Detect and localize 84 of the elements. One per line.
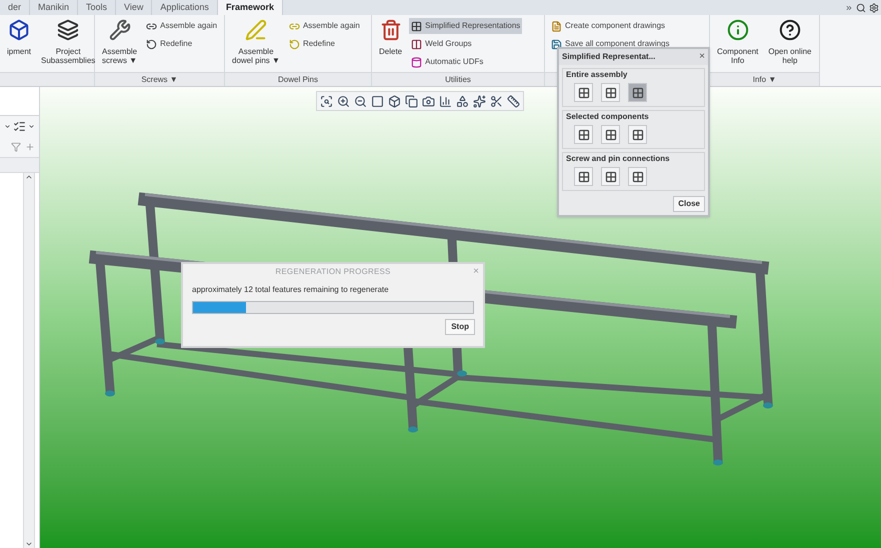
dialog-title: REGENERATION PROGRESS xyxy=(275,266,391,278)
grid-icon xyxy=(411,20,422,32)
close-button[interactable]: Close xyxy=(673,196,705,212)
zoom-in-icon[interactable] xyxy=(337,94,350,108)
grid-icon xyxy=(578,128,590,140)
ribbon-button[interactable]: Delete xyxy=(376,18,406,57)
search-icon[interactable] xyxy=(856,2,866,12)
ribbon-small-button[interactable]: Redefine xyxy=(144,36,220,52)
box-icon xyxy=(8,19,30,41)
link-icon xyxy=(146,20,158,32)
ribbon-button[interactable]: Project Subassemblies xyxy=(38,18,98,66)
grid-icon xyxy=(604,128,616,140)
ribbon-button[interactable]: Open online help xyxy=(765,18,815,66)
representation-button[interactable] xyxy=(574,83,593,102)
grid-icon xyxy=(632,128,644,140)
ribbon-button[interactable]: ipment xyxy=(4,18,34,57)
link-icon xyxy=(288,20,300,32)
scroll-down-icon[interactable] xyxy=(25,540,33,548)
stop-button[interactable]: Stop xyxy=(445,319,475,335)
grid-icon xyxy=(604,86,616,98)
representation-button[interactable] xyxy=(628,83,647,102)
document-icon xyxy=(551,20,562,32)
group-label: Dowel Pins xyxy=(225,72,371,86)
cylinder-icon xyxy=(411,56,422,68)
grid-icon xyxy=(604,170,616,182)
layers-icon xyxy=(57,19,80,41)
wrench-icon xyxy=(108,19,131,41)
layers-icon[interactable] xyxy=(405,94,418,108)
ribbon-small-button[interactable]: Simplified Representations xyxy=(409,18,522,34)
representation-button[interactable] xyxy=(628,167,647,186)
ribbon-button[interactable]: Assemble screws ▼ xyxy=(99,18,140,66)
ribbon-small-button[interactable]: Create component drawings xyxy=(549,18,672,34)
group-label: Info ▼ xyxy=(710,72,819,86)
ruler-icon[interactable] xyxy=(507,94,520,108)
scissors-icon[interactable] xyxy=(490,94,503,108)
ribbon-button[interactable]: Assemble dowel pins ▼ xyxy=(229,18,283,66)
group-label: Utilities xyxy=(372,72,544,86)
section-title: Entire assembly xyxy=(566,69,628,81)
help-icon xyxy=(778,19,801,41)
ribbon-small-button[interactable]: Assemble again xyxy=(286,18,362,34)
representation-button[interactable] xyxy=(601,83,620,102)
chart-icon[interactable] xyxy=(439,94,452,108)
pen-icon xyxy=(244,19,267,41)
ribbon-small-button[interactable]: Save all component drawings xyxy=(549,36,672,52)
grid-icon xyxy=(578,170,590,182)
representation-button[interactable] xyxy=(601,125,620,144)
delete-icon xyxy=(380,19,402,41)
info-icon xyxy=(726,19,749,41)
ribbon-small-button[interactable]: Redefine xyxy=(286,36,362,52)
shapes-icon[interactable] xyxy=(456,94,469,108)
caret-icon[interactable] xyxy=(4,123,11,130)
scrollbar[interactable] xyxy=(23,173,35,548)
grid-icon xyxy=(632,86,644,98)
representation-button[interactable] xyxy=(601,167,620,186)
ribbon-small-button[interactable]: Assemble again xyxy=(144,18,220,34)
columns-icon xyxy=(411,38,422,50)
cube-icon[interactable] xyxy=(388,94,401,108)
scroll-up-icon[interactable] xyxy=(25,173,33,181)
ribbon-tab[interactable]: Framework xyxy=(218,0,283,15)
grid-icon xyxy=(632,170,644,182)
save-icon xyxy=(551,38,562,50)
representation-button[interactable] xyxy=(574,167,593,186)
list-icon[interactable] xyxy=(13,120,26,133)
chevrons-icon[interactable] xyxy=(845,4,853,12)
zoom-out-icon[interactable] xyxy=(354,94,367,108)
close-button[interactable]: × xyxy=(699,52,705,62)
caret-icon[interactable] xyxy=(28,123,35,130)
progress-message: approximately 12 total features remaining to regenerate xyxy=(191,284,390,296)
representation-button[interactable] xyxy=(574,125,593,144)
sparkle-icon[interactable] xyxy=(473,94,486,108)
camera-icon[interactable] xyxy=(422,94,435,108)
filter-icon[interactable] xyxy=(11,142,21,152)
refit-icon[interactable] xyxy=(371,94,384,108)
group-label: Screws ▼ xyxy=(95,72,224,86)
dialog-title: Simplified Representat... xyxy=(562,51,656,63)
settings-icon[interactable] xyxy=(869,2,879,12)
section-title: Screw and pin connections xyxy=(566,153,671,165)
grid-icon xyxy=(578,86,590,98)
ribbon-button[interactable]: Component Info xyxy=(714,18,762,66)
representation-button[interactable] xyxy=(628,125,647,144)
ribbon-small-button[interactable]: Automatic UDFs xyxy=(409,54,522,70)
section-title: Selected components xyxy=(566,111,650,123)
ribbon-small-button[interactable]: Weld Groups xyxy=(409,36,522,52)
zoom-window-icon[interactable] xyxy=(320,94,333,108)
